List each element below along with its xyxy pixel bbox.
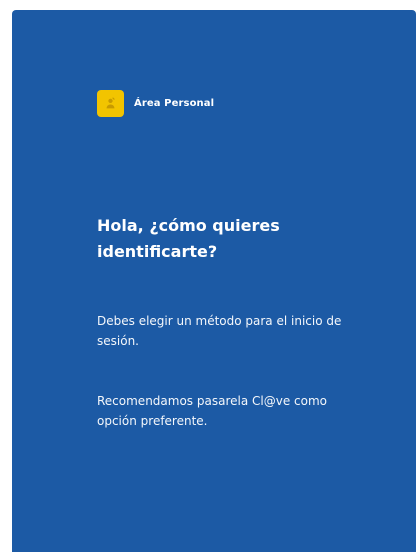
login-method-instruction: Debes elegir un método para el inicio de… xyxy=(97,314,342,348)
area-personal-label: Área Personal xyxy=(134,97,215,109)
area-personal-brand: Área Personal xyxy=(97,90,214,117)
clave-recommendation: Recomendamos pasarela Cl@ve como opción … xyxy=(97,394,327,428)
login-info-panel: Área Personal Hola, ¿cómo quieres identi… xyxy=(12,10,416,552)
login-heading: Hola, ¿cómo quieres identificarte? xyxy=(97,216,280,261)
user-badge-icon xyxy=(97,90,124,117)
